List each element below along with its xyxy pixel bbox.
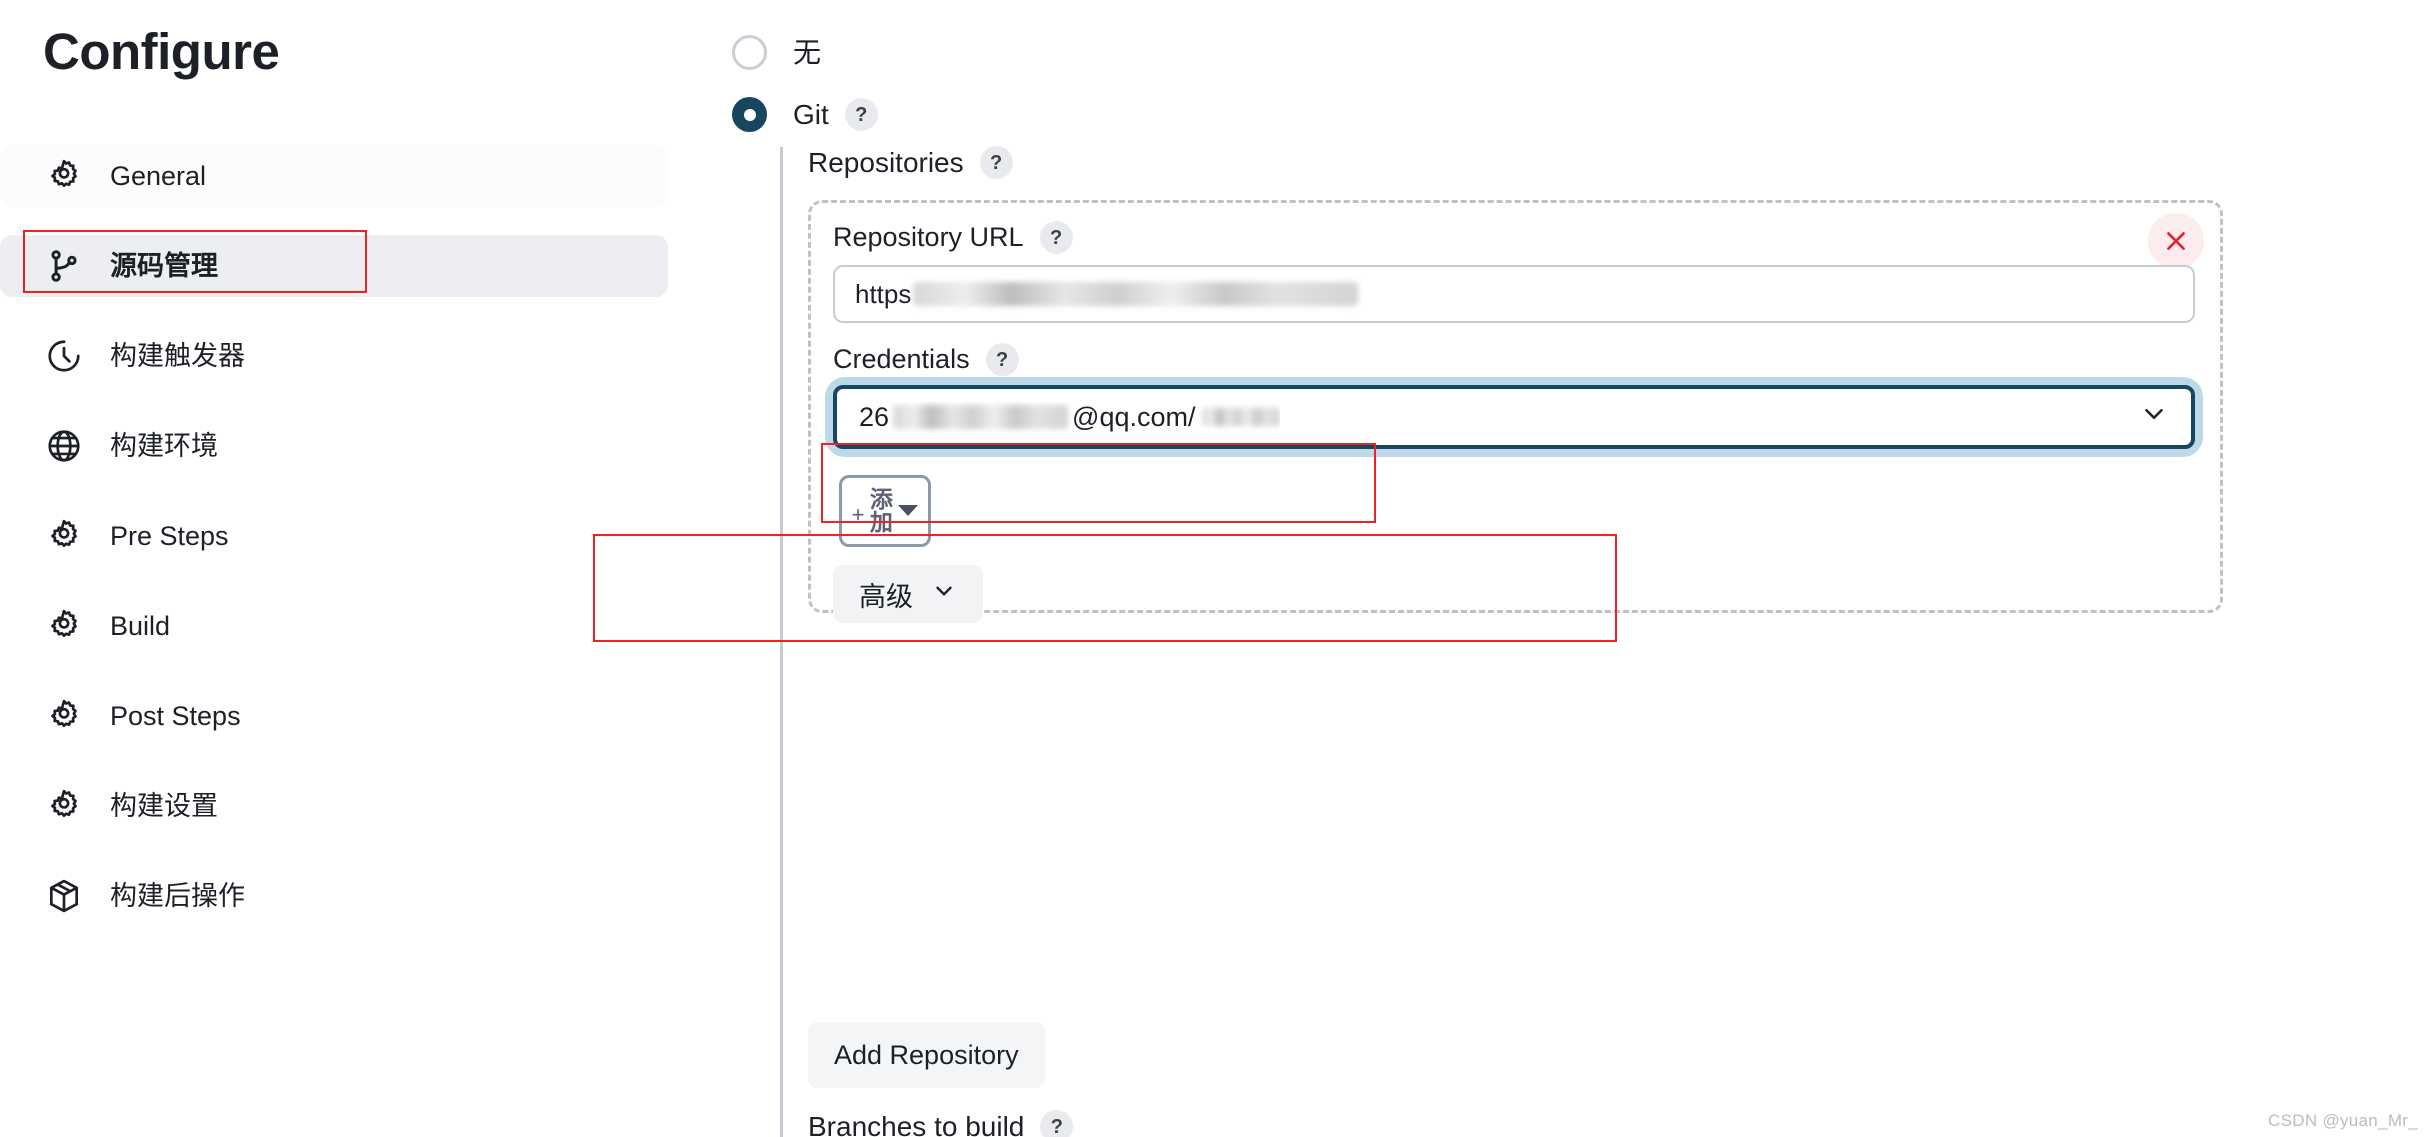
add-repository-button[interactable]: Add Repository	[808, 1022, 1045, 1088]
chevron-down-icon	[931, 578, 957, 611]
add-repository-label: Add Repository	[834, 1039, 1019, 1070]
clock-icon	[43, 335, 85, 377]
radio-label: Git	[793, 98, 829, 130]
chevron-down-icon	[2139, 399, 2169, 436]
redacted-url-text	[913, 282, 1359, 306]
gear-icon	[43, 155, 85, 197]
sidebar-item-source-code-management[interactable]: 源码管理	[0, 235, 668, 297]
branches-to-build-label: Branches to build ?	[808, 1110, 1074, 1137]
repositories-label: Repositories ?	[808, 146, 1013, 179]
credentials-label: Credentials ?	[833, 343, 1019, 376]
sidebar-item-post-steps[interactable]: Post Steps	[0, 685, 668, 747]
sidebar-item-label: Post Steps	[110, 700, 241, 731]
branch-icon	[43, 245, 85, 287]
sidebar-item-label: 构建设置	[110, 790, 218, 821]
repository-url-label-text: Repository URL	[833, 222, 1024, 252]
add-credentials-label: 添加	[869, 486, 893, 535]
help-icon-repositories[interactable]: ?	[979, 146, 1013, 179]
annotation-box-credentials	[593, 534, 1617, 642]
help-icon-credentials[interactable]: ?	[985, 343, 1019, 376]
sidebar-item-label: General	[110, 160, 207, 191]
page-title: Configure	[43, 23, 280, 80]
sidebar-item-build[interactable]: Build	[0, 595, 668, 657]
credentials-select-value: 26 @qq.com/	[859, 402, 1280, 433]
git-section-rule	[780, 147, 783, 1137]
credentials-label-text: Credentials	[833, 344, 970, 374]
radio-label: 无	[793, 36, 822, 68]
repositories-label-text: Repositories	[808, 146, 964, 178]
sidebar: Configure General 源码管理 构建触发器 构建环境 Pre St…	[0, 0, 700, 1137]
repository-url-input[interactable]: https	[833, 265, 2195, 323]
help-icon-repository-url[interactable]: ?	[1039, 221, 1073, 254]
configure-page: Configure General 源码管理 构建触发器 构建环境 Pre St…	[0, 0, 2432, 1137]
sidebar-item-label: Pre Steps	[110, 520, 229, 551]
advanced-button[interactable]: 高级	[833, 565, 983, 623]
gear-icon	[43, 695, 85, 737]
add-credentials-button[interactable]: + 添加	[839, 475, 931, 547]
package-icon	[43, 875, 85, 917]
gear-icon	[43, 785, 85, 827]
sidebar-item-pre-steps[interactable]: Pre Steps	[0, 505, 668, 567]
sidebar-item-build-settings[interactable]: 构建设置	[0, 775, 668, 837]
sidebar-item-label: 构建后操作	[110, 880, 245, 911]
globe-icon	[43, 425, 85, 467]
sidebar-nav: General 源码管理 构建触发器 构建环境 Pre Steps Build …	[0, 145, 668, 955]
branches-to-build-text: Branches to build	[808, 1110, 1025, 1137]
sidebar-item-label: Build	[110, 610, 171, 641]
advanced-button-label: 高级	[859, 581, 913, 612]
credentials-select[interactable]: 26 @qq.com/	[833, 385, 2195, 449]
radio-option-none[interactable]: 无	[732, 35, 821, 70]
sidebar-item-build-environment[interactable]: 构建环境	[0, 415, 668, 477]
radio-option-git[interactable]: Git ?	[732, 97, 878, 132]
help-icon-git[interactable]: ?	[844, 98, 878, 131]
delete-repository-button[interactable]	[2148, 213, 2204, 269]
radio-circle-icon[interactable]	[732, 35, 767, 70]
sidebar-item-post-build-actions[interactable]: 构建后操作	[0, 865, 668, 927]
credentials-value-suffix: @qq.com/	[1072, 401, 1196, 432]
sidebar-item-build-triggers[interactable]: 构建触发器	[0, 325, 668, 387]
main-content: 无 Git ? Repositories ? Repository URL ? …	[593, 0, 2432, 1137]
sidebar-item-label: 构建环境	[110, 430, 218, 461]
plus-icon: +	[851, 502, 865, 527]
radio-circle-selected-icon[interactable]	[732, 97, 767, 132]
help-icon-branches[interactable]: ?	[1040, 1110, 1074, 1137]
gear-icon	[43, 515, 85, 557]
gear-icon	[43, 605, 85, 647]
repository-card: Repository URL ? https Credentials ? 26 …	[593, 200, 2223, 642]
repository-url-value: https	[855, 278, 912, 309]
watermark: CSDN @yuan_Mr_	[2268, 1111, 2418, 1130]
credentials-value-prefix: 26	[859, 401, 890, 432]
sidebar-item-label: 构建触发器	[110, 340, 245, 371]
caret-down-icon	[898, 500, 919, 525]
credentials-select-focus-ring: 26 @qq.com/	[833, 385, 2195, 449]
redacted-credentials-tail	[1201, 408, 1280, 426]
redacted-credentials-text	[893, 405, 1069, 429]
sidebar-item-general[interactable]: General	[0, 145, 668, 207]
sidebar-item-label: 源码管理	[110, 250, 218, 281]
repository-url-label: Repository URL ?	[833, 221, 1073, 254]
close-icon	[2163, 228, 2189, 254]
